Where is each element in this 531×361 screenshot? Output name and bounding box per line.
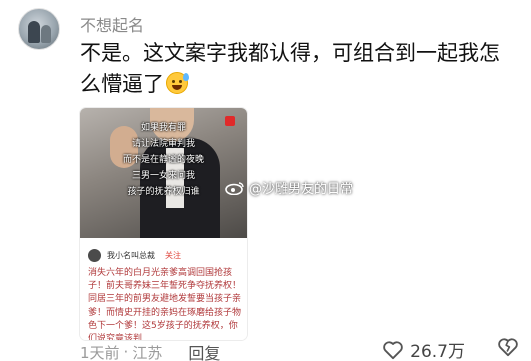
- comment-time: 1天前: [80, 343, 120, 361]
- broken-heart-icon[interactable]: [497, 337, 519, 357]
- video-subtitle: 而不是在静谧的夜晚: [122, 155, 204, 165]
- follow-label: 关注: [165, 251, 181, 260]
- video-subtitle: 请让法院审判我: [131, 139, 195, 149]
- video-subtitle: 三男一女来问我: [131, 171, 195, 181]
- heart-icon: [383, 340, 403, 359]
- watermark-text: @沙雕男友的日常: [249, 182, 354, 197]
- post-preview: 我小名叫总裁 关注 消失六年的白月光亲爹高调回国抢孩子！前夫哥养妹三年誓死争夺抚…: [80, 238, 247, 340]
- video-subtitle: 孩子的抚养权归谁: [127, 187, 200, 197]
- poster-name: 我小名叫总裁: [107, 251, 155, 260]
- like-button[interactable]: 26.7万: [382, 337, 465, 361]
- post-body: 消失六年的白月光亲爹高调回国抢孩子！前夫哥养妹三年誓死争夺抚养权！同居三年的前男…: [88, 268, 242, 340]
- poster-avatar: [88, 249, 101, 262]
- sweat-smile-emoji-icon: [166, 72, 189, 94]
- comment-text: 不是。这文案字我都认得，可组合到一起我怎么懵逼了: [80, 38, 520, 100]
- avatar[interactable]: [18, 8, 60, 50]
- separator-dot: ·: [123, 343, 129, 361]
- weibo-logo-icon: [225, 181, 244, 195]
- username[interactable]: 不想起名: [80, 12, 144, 36]
- video-subtitle: 如果我有罪: [140, 123, 186, 133]
- comment-location: 江苏: [132, 343, 163, 361]
- like-count: 26.7万: [410, 342, 465, 361]
- post-meta: 我小名叫总裁 关注: [88, 249, 181, 262]
- comment-footer: 1天前 · 江苏 回复: [80, 340, 220, 361]
- avatar-figure: [41, 25, 51, 43]
- attached-image[interactable]: 如果我有罪 请让法院审判我 而不是在静谧的夜晚 三男一女来问我 孩子的抚养权归谁…: [80, 108, 247, 340]
- watermark: @沙雕男友的日常: [225, 178, 353, 197]
- reply-button[interactable]: 回复: [188, 340, 220, 361]
- comment-body: 不是。这文案字我都认得，可组合到一起我怎么懵逼了: [80, 41, 500, 96]
- avatar-figure: [28, 21, 40, 43]
